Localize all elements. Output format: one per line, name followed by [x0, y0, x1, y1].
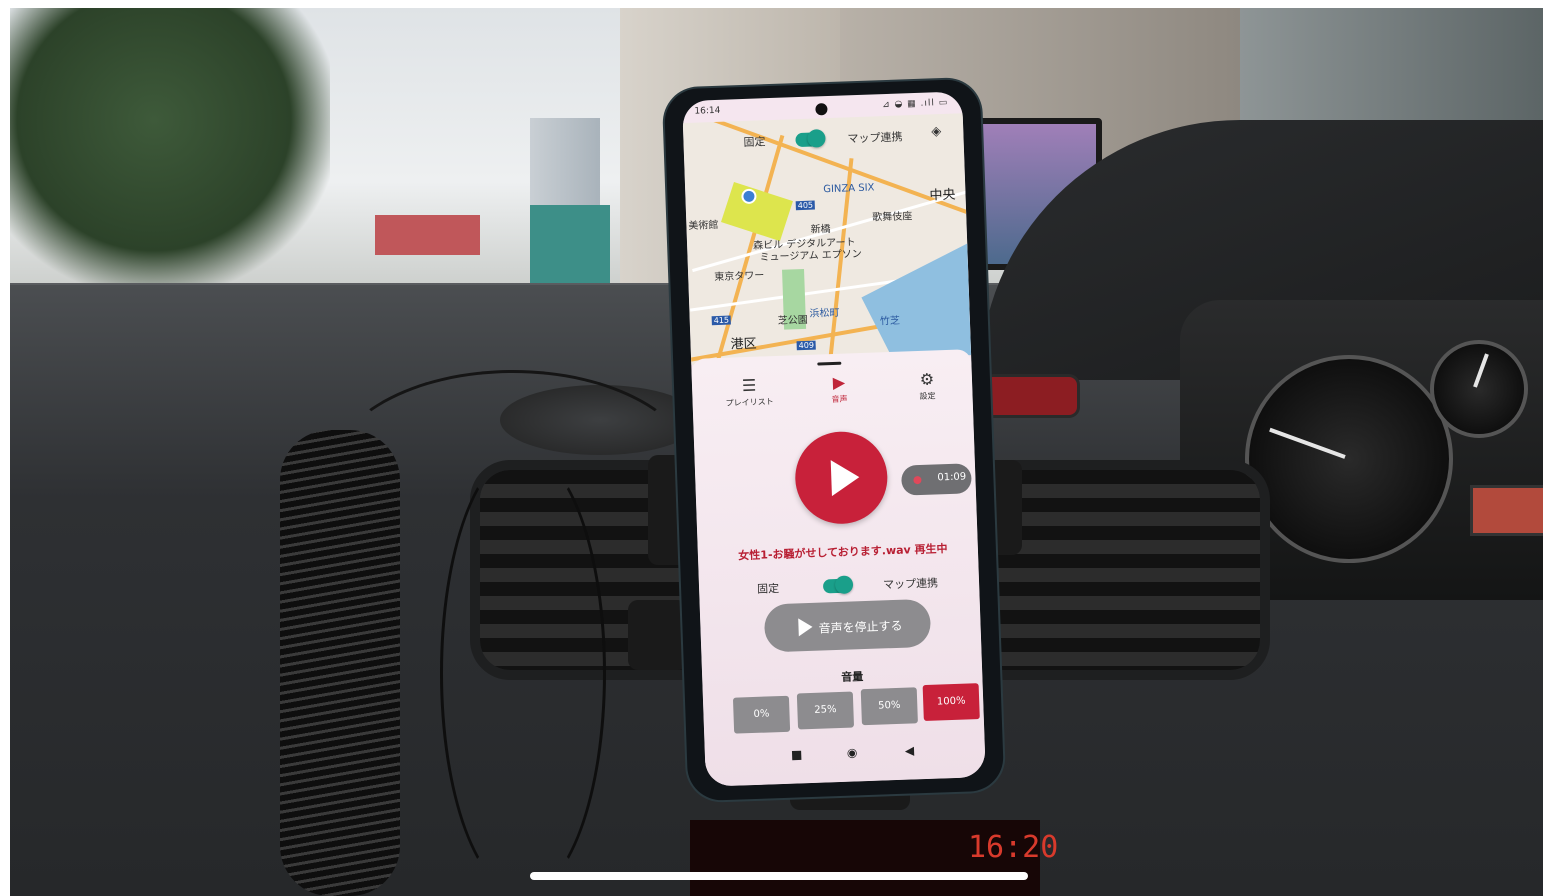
home-icon[interactable]: ◉ — [847, 745, 858, 759]
recents-icon[interactable]: ■ — [791, 747, 803, 761]
stop-audio-button[interactable]: 音声を停止する — [763, 598, 932, 653]
map-label: 竹芝 — [879, 315, 901, 328]
phone: GINZA SIX 中央 美術館 歌舞伎座 新橋 森ビル デジタルアート ミュー… — [663, 78, 1005, 802]
play-circle-icon: ▶ — [832, 372, 846, 392]
radio-clock: 16:20 — [968, 830, 1059, 865]
tab-label: 設定 — [919, 391, 936, 401]
map-link-label: マップ連携 — [882, 576, 939, 592]
map-link-toggle[interactable] — [795, 129, 826, 148]
back-icon[interactable]: ◀ — [905, 743, 915, 757]
map-label: 美術館 — [688, 219, 719, 232]
route-badge: 405 — [795, 200, 816, 211]
fixed-label: 固定 — [743, 135, 766, 149]
fixed-label: 固定 — [756, 582, 780, 596]
list-icon: ☰ — [741, 375, 757, 396]
odometer-display — [1470, 485, 1543, 536]
bottom-panel: ☰ プレイリスト ▶ 音声 ⚙ 設定 01:09 女性1-お騒がせしております.… — [691, 349, 986, 787]
recording-time: 01:09 — [937, 471, 967, 484]
frame-edge — [0, 0, 1543, 8]
tab-label: 音声 — [831, 394, 848, 405]
play-icon — [798, 617, 813, 637]
map-link-label: マップ連携 — [847, 130, 903, 146]
toggle-knob — [807, 129, 826, 148]
map-bay — [861, 242, 972, 365]
play-icon — [830, 459, 860, 497]
player-map-link-toggle[interactable] — [822, 575, 854, 595]
tab-settings[interactable]: ⚙ 設定 — [892, 369, 963, 403]
map-label: 浜松町 — [809, 307, 840, 320]
volume-0-button[interactable]: 0% — [732, 695, 791, 734]
tab-playlist[interactable]: ☰ プレイリスト — [714, 376, 785, 409]
phone-screen: GINZA SIX 中央 美術館 歌舞伎座 新橋 森ビル デジタルアート ミュー… — [682, 91, 986, 787]
volume-50-button[interactable]: 50% — [860, 687, 918, 726]
tab-label: プレイリスト — [725, 397, 774, 408]
stop-audio-label: 音声を停止する — [818, 618, 903, 636]
map-label: 東京タワー — [714, 270, 765, 284]
building — [530, 205, 610, 290]
map-label: 中央 — [929, 187, 956, 204]
status-icons: ⊿ ◒ ▦ .ıll ▭ — [881, 97, 949, 111]
holder-clamp — [628, 600, 688, 670]
route-badge: 409 — [796, 340, 817, 351]
speedometer — [1245, 355, 1453, 563]
map-label: 港区 — [730, 336, 757, 353]
tab-audio[interactable]: ▶ 音声 — [804, 373, 875, 406]
play-button[interactable] — [793, 430, 889, 526]
map-highlight-area — [721, 181, 793, 242]
volume-100-button[interactable]: 100% — [922, 683, 980, 722]
storefront — [375, 215, 480, 255]
home-indicator[interactable] — [530, 872, 1028, 880]
cable — [440, 450, 606, 896]
volume-25-button[interactable]: 25% — [796, 691, 855, 730]
status-time: 16:14 — [694, 105, 721, 117]
player-toggle-row: 固定 マップ連携 — [699, 567, 980, 607]
frame-edge — [0, 0, 10, 896]
now-playing-text: 女性1-お騒がせしております.wav 再生中 — [738, 542, 948, 563]
small-gauge — [1430, 340, 1528, 438]
map-label: ミュージアム エプソン — [759, 248, 863, 264]
tree — [10, 8, 330, 288]
route-badge: 415 — [711, 315, 732, 326]
drag-handle[interactable] — [817, 361, 842, 366]
toggle-knob — [834, 575, 854, 595]
system-nav-bar: ■ ◉ ◀ — [705, 735, 986, 775]
recording-timer[interactable]: 01:09 — [900, 463, 972, 496]
map-label: GINZA SIX — [823, 182, 875, 196]
my-location-icon[interactable]: ◈ — [931, 124, 942, 139]
photo-scene: 16:20 GINZA SIX 中央 美術館 歌舞伎座 新橋 森ビル デジタルア… — [0, 0, 1543, 896]
record-dot-icon — [913, 475, 922, 485]
gear-icon: ⚙ — [919, 369, 935, 389]
hazard-button — [985, 377, 1077, 415]
map-label: 芝公園 — [777, 314, 808, 327]
map-label: 歌舞伎座 — [872, 211, 913, 224]
